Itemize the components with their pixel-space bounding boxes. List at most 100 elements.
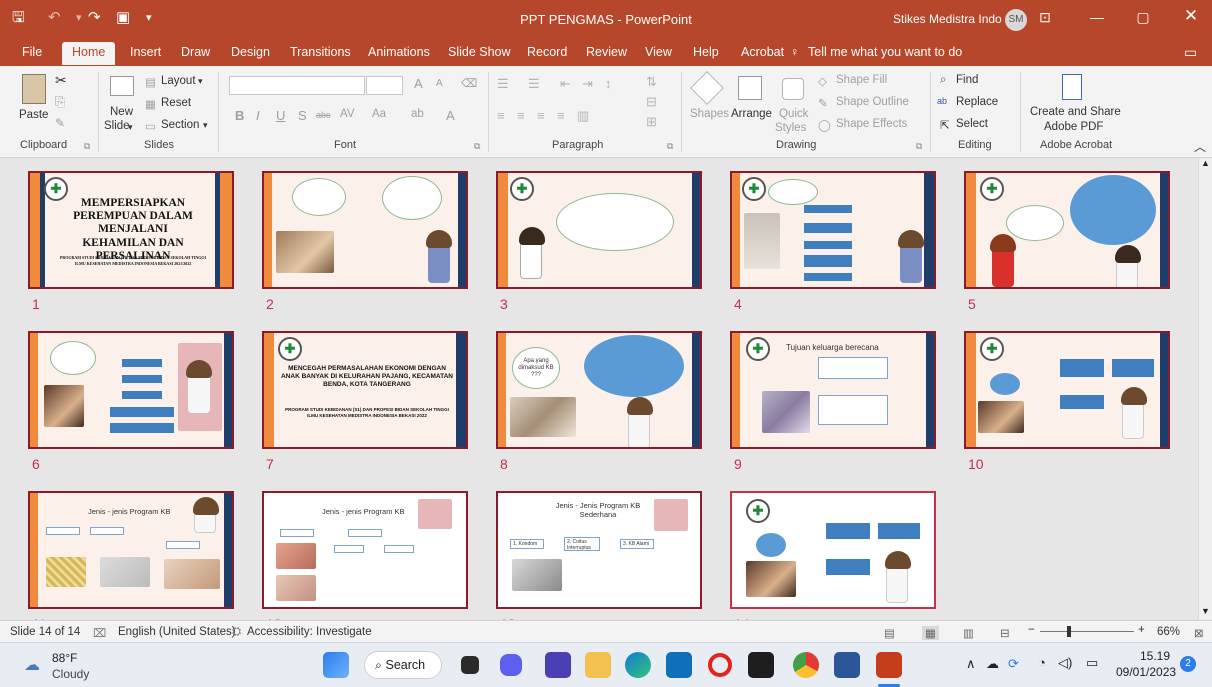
teams-icon[interactable] [500,654,522,676]
notification-badge[interactable]: 2 [1180,656,1196,672]
shape-outline-button[interactable]: Shape Outline [836,96,909,108]
new-slide-icon[interactable] [110,76,134,96]
user-name[interactable]: Stikes Medistra Indo [893,12,1002,26]
arrange-icon[interactable] [738,76,762,100]
accessibility-button[interactable]: Accessibility: Investigate [247,626,372,638]
comments-icon[interactable]: ▭ [1184,44,1197,61]
underline-button[interactable]: U [276,108,285,123]
slide-thumbnail[interactable]: ✚ MEMPERSIAPKAN PEREMPUAN DALAM MENJALAN… [28,171,234,289]
reading-view-icon[interactable]: ▥ [963,626,974,640]
slide-thumbnail[interactable]: Jenis - Jenis Program KB Sederhana 1. Ko… [496,491,702,609]
volume-icon[interactable]: ◁) [1058,655,1072,671]
tab-draw[interactable]: Draw [181,45,210,59]
numbering-icon[interactable]: ☰ [528,76,540,92]
vertical-scrollbar[interactable]: ▲ ▼ [1198,158,1212,620]
clipboard-launcher-icon[interactable]: ⧉ [84,141,90,152]
ribbon-display-icon[interactable]: ⊡ [1030,9,1060,26]
zoom-slider[interactable] [1040,631,1134,632]
avatar[interactable]: SM [1005,9,1027,31]
tab-record[interactable]: Record [527,45,567,59]
slide-thumbnail[interactable]: Apa yang dimaksud KB ??? [496,331,702,449]
create-pdf-label-1[interactable]: Create and Share [1030,106,1121,118]
paragraph-launcher-icon[interactable]: ⧉ [667,141,673,152]
quick-styles-icon[interactable] [782,78,804,100]
weather-temp[interactable]: 88°F [52,651,77,665]
tab-acrobat[interactable]: Acrobat [741,45,784,59]
slide-thumbnail[interactable]: ✚ [730,491,936,609]
tell-me-search[interactable]: Tell me what you want to do [808,45,962,59]
find-button[interactable]: Find [956,74,978,86]
chrome-icon[interactable] [793,652,819,678]
app-icon[interactable] [748,652,774,678]
format-painter-icon[interactable]: ✎ [55,116,65,130]
scroll-up-icon[interactable]: ▲ [1201,158,1210,168]
undo-dropdown-icon[interactable]: ▾ [76,8,82,28]
shape-effects-button[interactable]: Shape Effects [836,118,907,130]
zoom-slider-thumb[interactable] [1067,626,1071,637]
windows-start-icon[interactable] [323,652,349,678]
powerpoint-icon[interactable] [876,652,902,678]
notes-icon[interactable]: ▤ [884,626,895,640]
tab-file[interactable]: File [22,45,42,59]
file-explorer-icon[interactable] [585,652,611,678]
shrink-font-button[interactable]: A [436,78,443,89]
slide-thumbnail[interactable]: Jenis - jenis Program KB [28,491,234,609]
battery-icon[interactable]: ▭ [1086,655,1098,671]
quick-styles-label-2[interactable]: Styles [775,122,806,134]
slide-show-icon[interactable]: ⊟ [1000,626,1010,640]
search-box[interactable]: ⌕ Search [364,651,442,679]
zoom-out-button[interactable]: − [1028,624,1035,636]
weather-desc[interactable]: Cloudy [52,667,89,681]
new-slide-label-2[interactable]: Slide [104,120,130,132]
app-icon[interactable] [545,652,571,678]
customize-toolbar-icon[interactable]: ▾ [146,8,152,28]
highlight-icon[interactable]: ab [411,108,424,120]
grow-font-button[interactable]: A [414,76,423,91]
clear-formatting-icon[interactable]: ⌫ [461,76,477,90]
increase-indent-icon[interactable]: ⇥ [582,76,593,92]
slide-thumbnail[interactable]: ✚ [964,171,1170,289]
scroll-down-icon[interactable]: ▼ [1201,606,1210,616]
slide-thumbnail[interactable] [262,171,468,289]
align-center-icon[interactable]: ≡ [517,108,525,123]
language-button[interactable]: English (United States) [118,626,236,638]
fit-to-window-icon[interactable]: ⊠ [1194,626,1204,640]
drawing-launcher-icon[interactable]: ⧉ [916,141,922,152]
arrange-button[interactable]: Arrange [731,108,772,120]
replace-button[interactable]: Replace [956,96,998,108]
tab-transitions[interactable]: Transitions [290,45,351,59]
paste-button[interactable]: Paste [19,109,48,121]
word-icon[interactable] [834,652,860,678]
tab-insert[interactable]: Insert [130,45,161,59]
chevron-down-icon[interactable]: ▾ [203,120,208,131]
edge-icon[interactable] [625,652,651,678]
align-right-icon[interactable]: ≡ [537,108,545,123]
zoom-level[interactable]: 66% [1157,626,1180,638]
close-button[interactable]: ✕ [1176,6,1206,26]
redo-icon[interactable]: ↷ [88,8,101,28]
create-pdf-icon[interactable] [1062,74,1082,100]
text-direction-icon[interactable]: ⇅ [646,74,657,90]
justify-icon[interactable]: ≡ [557,108,565,123]
restore-button[interactable]: ▢ [1128,9,1158,26]
onedrive-icon[interactable]: ☁ [986,656,999,672]
wifi-icon[interactable]: ◔ [1038,655,1046,670]
opera-icon[interactable] [708,653,732,677]
spelling-icon[interactable]: ⌧ [93,626,106,640]
slide-thumbnail[interactable]: ✚ [496,171,702,289]
slide-thumbnail[interactable]: ✚ [964,331,1170,449]
character-spacing-icon[interactable]: AV [340,108,355,120]
columns-icon[interactable]: ▥ [577,108,589,124]
task-view-icon[interactable] [461,656,479,674]
section-button[interactable]: Section [161,119,199,131]
save-icon[interactable]: 🖫 [12,8,25,28]
shadow-button[interactable]: S [298,108,307,123]
show-hidden-icons-icon[interactable]: ∧ [966,656,976,672]
zoom-in-button[interactable]: + [1138,624,1145,636]
tab-home[interactable]: Home [62,42,116,65]
chevron-down-icon[interactable]: ▾ [128,122,133,133]
clock-date[interactable]: 09/01/2023 [1116,665,1176,679]
paste-icon[interactable] [22,74,46,104]
italic-button[interactable]: I [256,108,260,123]
slide-thumbnail[interactable]: ✚ Tujuan keluarga berecana [730,331,936,449]
